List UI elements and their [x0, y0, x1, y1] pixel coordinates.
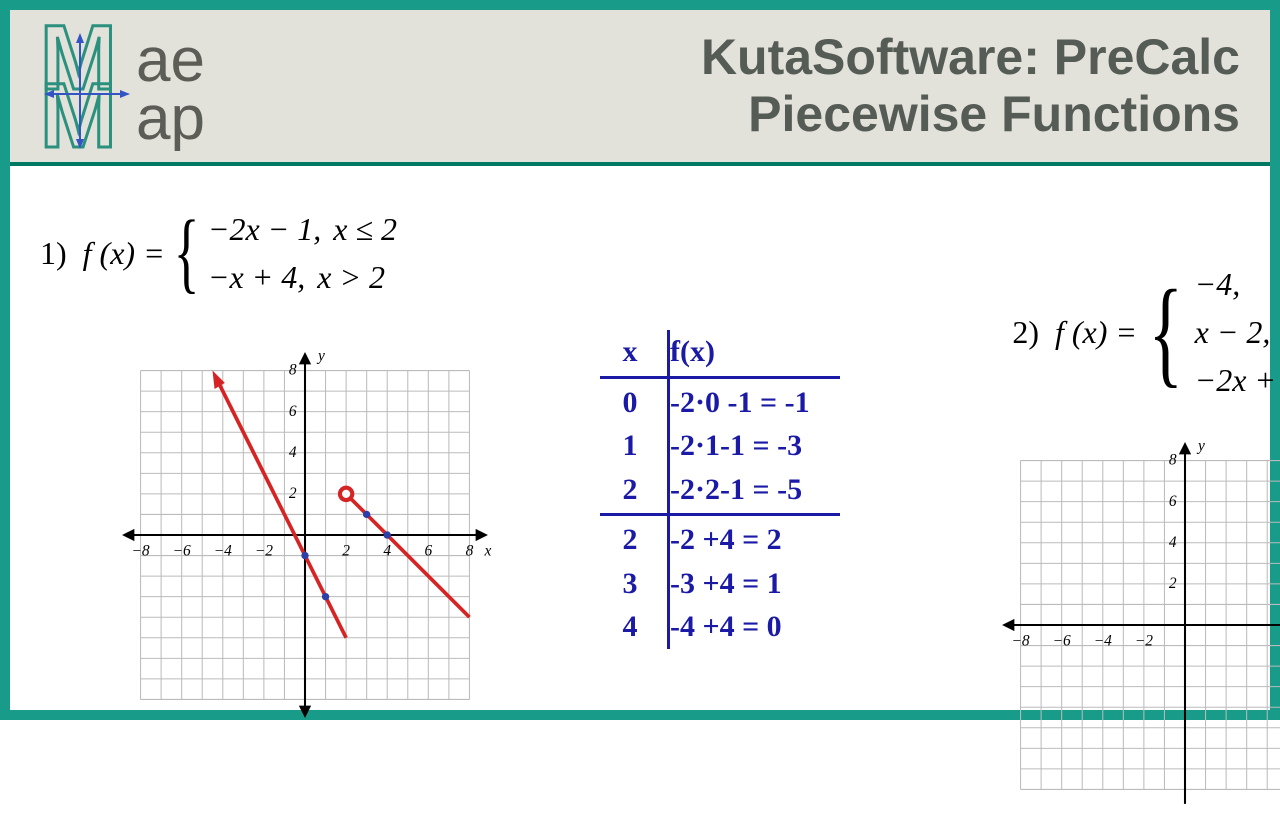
svg-text:x: x	[484, 543, 492, 560]
maemap-logo: M ae M ap	[40, 21, 350, 151]
header: M ae M ap KutaSoftware: PreCalc Piecewis…	[10, 10, 1270, 166]
svg-text:6: 6	[289, 403, 297, 420]
svg-text:−6: −6	[173, 543, 191, 560]
svg-text:2: 2	[1169, 575, 1177, 592]
p2-expr2: x − 2,	[1195, 314, 1271, 350]
p2-expr3: −2x + 4	[1195, 362, 1280, 398]
p1-expr2: −x + 4,	[208, 259, 305, 295]
svg-text:M: M	[40, 65, 117, 151]
svg-text:6: 6	[424, 543, 432, 560]
svg-text:8: 8	[289, 362, 297, 379]
svg-text:−4: −4	[214, 543, 232, 560]
p1-cond2: x > 2	[317, 259, 385, 295]
title-block: KutaSoftware: PreCalc Piecewise Function…	[350, 29, 1270, 144]
title-line1: KutaSoftware: PreCalc	[350, 29, 1240, 87]
svg-text:−6: −6	[1053, 633, 1071, 650]
svg-text:−8: −8	[1012, 633, 1030, 650]
svg-text:−4: −4	[1094, 633, 1112, 650]
svg-text:4: 4	[383, 543, 391, 560]
svg-text:8: 8	[466, 543, 474, 560]
svg-text:4: 4	[1169, 534, 1177, 551]
svg-text:6: 6	[1169, 493, 1177, 510]
th-x: x	[600, 330, 660, 374]
svg-text:−2: −2	[1135, 633, 1153, 650]
svg-text:y: y	[316, 347, 325, 364]
logo-ap: ap	[136, 84, 205, 151]
svg-text:4: 4	[289, 444, 297, 461]
graph-2: −8 −6 −4 −2 2 4 6 8 y	[900, 440, 1280, 740]
problem-2-label: f (x) =	[1055, 314, 1137, 351]
hand-table: xf(x) 0-2·0 -1 = -1 1-2·1-1 = -3 2-2·2-1…	[600, 330, 840, 649]
p1-cond1: x ≤ 2	[333, 211, 397, 247]
content-area: 1) f (x) = { −2x − 1,x ≤ 2 −x + 4,x > 2 …	[10, 170, 1270, 710]
svg-text:2: 2	[289, 485, 297, 502]
problem-1: 1) f (x) = { −2x − 1, x ≤ 2 −x + 4, x > 2	[40, 205, 397, 301]
problem-2: 2) f (x) = { −4, x − 2, −2x + 4	[1012, 260, 1280, 404]
problem-1-number: 1)	[40, 235, 67, 272]
svg-text:y: y	[1196, 437, 1205, 454]
problem-2-number: 2)	[1012, 314, 1039, 351]
graph-1: −8 −6 −4 −2 2 4 6 8 2 4 6 8 x y	[20, 350, 590, 720]
p1-expr1: −2x − 1,	[208, 211, 321, 247]
p2-expr1: −4,	[1195, 266, 1241, 302]
title-line2: Piecewise Functions	[350, 86, 1240, 144]
brace-icon: {	[173, 217, 199, 289]
svg-text:−2: −2	[255, 543, 273, 560]
brace-icon: {	[1149, 284, 1184, 380]
svg-text:8: 8	[1169, 452, 1177, 469]
problem-1-label: f (x) =	[83, 235, 165, 272]
svg-text:−8: −8	[132, 543, 150, 560]
svg-text:2: 2	[342, 543, 350, 560]
